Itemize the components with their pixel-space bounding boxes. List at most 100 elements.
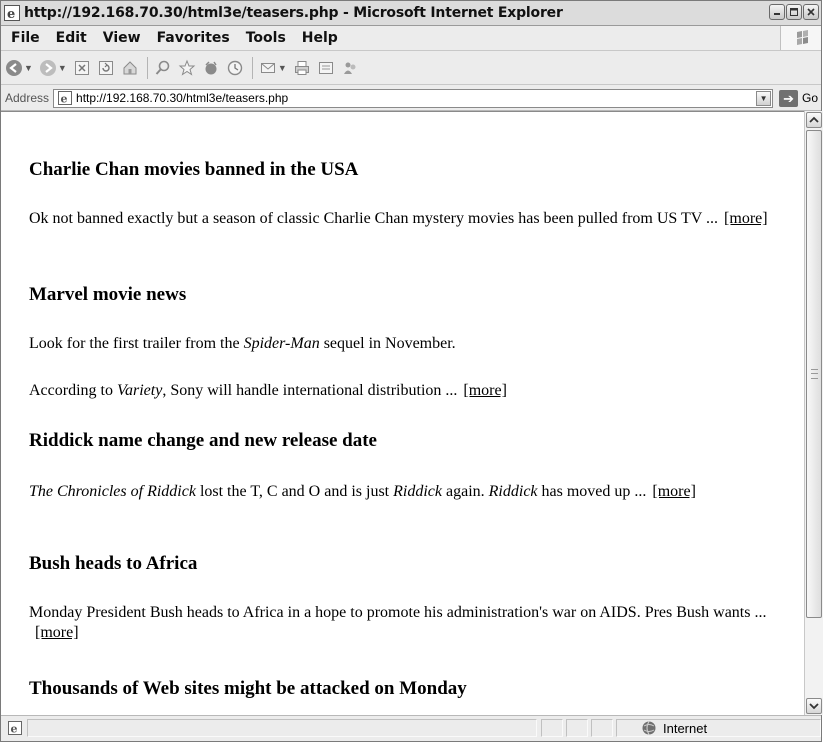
teaser-emphasis: Spider-Man: [243, 335, 320, 352]
teaser-text: again.: [442, 483, 489, 500]
print-icon: [294, 60, 309, 75]
status-pane: [566, 719, 588, 737]
status-pane: [541, 719, 563, 737]
refresh-icon: [98, 60, 113, 75]
more-link[interactable]: [more]: [652, 483, 696, 500]
status-bar: e Internet: [1, 715, 821, 741]
search-button[interactable]: [154, 56, 172, 80]
more-link[interactable]: [more]: [724, 210, 768, 227]
svg-text:e: e: [7, 7, 15, 21]
article-headline: Riddick name change and new release date: [29, 430, 377, 451]
page-icon: e: [58, 91, 73, 106]
browser-window: e http://192.168.70.30/html3e/teasers.ph…: [0, 0, 823, 742]
maximize-icon: [790, 8, 798, 16]
page-status-icon: e: [8, 721, 22, 736]
chevron-up-icon: [809, 116, 819, 123]
article-teaser: Ok not banned exactly but a season of cl…: [29, 209, 799, 229]
close-button[interactable]: [803, 4, 819, 20]
messenger-icon: [343, 62, 356, 74]
back-button[interactable]: ▼: [5, 56, 33, 80]
more-bracket: [more]: [35, 624, 79, 641]
back-dropdown-icon[interactable]: ▼: [24, 63, 33, 73]
security-zone: Internet: [641, 720, 707, 736]
go-arrow-icon: ➔: [779, 89, 799, 107]
home-button[interactable]: [121, 56, 139, 80]
teaser-emphasis: Riddick: [393, 483, 442, 500]
maximize-button[interactable]: [786, 4, 802, 20]
toolbar-separator: [251, 56, 253, 79]
search-icon: [155, 60, 170, 75]
messenger-button[interactable]: [341, 56, 359, 80]
print-button[interactable]: [293, 56, 311, 80]
internet-explorer-icon: e: [4, 5, 20, 21]
menu-view[interactable]: View: [95, 30, 149, 46]
teaser-text: lost the T, C and O and is just: [195, 483, 394, 500]
more-bracket: [more]: [652, 483, 696, 500]
close-icon: [807, 8, 815, 16]
toolbar-separator: [146, 56, 148, 79]
article-headline: Bush heads to Africa: [29, 553, 198, 574]
more-link[interactable]: [more]: [463, 382, 507, 399]
standard-toolbar: ▼ ▼ ▼: [1, 51, 821, 85]
more-link[interactable]: [more]: [35, 624, 79, 641]
mail-button[interactable]: ▼: [259, 56, 287, 80]
mail-icon: [260, 62, 275, 73]
refresh-button[interactable]: [97, 56, 115, 80]
vertical-scrollbar[interactable]: [804, 111, 823, 715]
svg-text:e: e: [11, 723, 18, 736]
windows-logo-throbber: [780, 26, 821, 50]
menu-tools[interactable]: Tools: [238, 30, 294, 46]
back-icon: [6, 59, 22, 76]
article-teaser: Look for the first trailer from the Spid…: [29, 334, 799, 354]
history-button[interactable]: [226, 56, 244, 80]
address-input[interactable]: e http://192.168.70.30/html3e/teasers.ph…: [53, 88, 774, 108]
article-headline: Marvel movie news: [29, 284, 187, 305]
address-dropdown-button[interactable]: ▼: [756, 90, 772, 106]
menu-help[interactable]: Help: [294, 30, 346, 46]
scroll-up-button[interactable]: [806, 112, 822, 128]
menu-edit[interactable]: Edit: [48, 30, 95, 46]
article-teaser: The Chronicles of Riddick lost the T, C …: [29, 482, 769, 502]
zone-label: Internet: [663, 720, 708, 736]
teaser-text: sequel in November.: [319, 335, 456, 352]
mail-dropdown-icon[interactable]: ▼: [278, 63, 287, 73]
edit-button[interactable]: [317, 56, 335, 80]
forward-dropdown-icon[interactable]: ▼: [58, 63, 67, 73]
forward-button[interactable]: ▼: [39, 56, 67, 80]
scrollbar-grip: [811, 369, 818, 379]
address-bar: Address e http://192.168.70.30/html3e/te…: [1, 86, 821, 111]
status-pane: [591, 719, 613, 737]
media-icon: [205, 60, 217, 74]
svg-text:e: e: [61, 93, 68, 106]
minimize-icon: [774, 13, 780, 15]
edit-icon: [318, 61, 333, 74]
address-url: http://192.168.70.30/html3e/teasers.php: [76, 91, 289, 105]
teaser-text: has moved up ...: [537, 483, 647, 500]
favorites-button[interactable]: [178, 56, 196, 80]
teaser-text: Look for the first trailer from the: [29, 335, 244, 352]
stop-icon: [74, 60, 89, 75]
title-bar[interactable]: e http://192.168.70.30/html3e/teasers.ph…: [1, 1, 821, 26]
scroll-down-button[interactable]: [806, 698, 822, 714]
article-teaser: Monday President Bush heads to Africa in…: [29, 603, 799, 643]
page-content: Charlie Chan movies banned in the USA Ok…: [1, 111, 804, 715]
minimize-button[interactable]: [769, 4, 785, 20]
favorites-icon: [178, 59, 196, 76]
menu-bar: File Edit View Favorites Tools Help: [1, 26, 821, 51]
more-bracket: [more]: [463, 382, 507, 399]
windows-flag-icon: [797, 30, 808, 45]
chevron-down-icon: [809, 703, 819, 710]
window-title: http://192.168.70.30/html3e/teasers.php …: [24, 5, 563, 21]
go-button[interactable]: ➔ Go: [779, 89, 818, 107]
teaser-emphasis: Riddick: [488, 483, 538, 500]
article-headline: Charlie Chan movies banned in the USA: [29, 159, 359, 180]
menu-favorites[interactable]: Favorites: [149, 30, 238, 46]
stop-button[interactable]: [73, 56, 91, 80]
status-text-pane: [27, 719, 537, 737]
teaser-text: Monday President Bush heads to Africa in…: [29, 604, 767, 621]
window-controls: [769, 4, 819, 20]
media-button[interactable]: [202, 56, 220, 80]
menu-file[interactable]: File: [1, 30, 48, 46]
scrollbar-thumb[interactable]: [806, 130, 822, 618]
address-label: Address: [5, 91, 50, 105]
